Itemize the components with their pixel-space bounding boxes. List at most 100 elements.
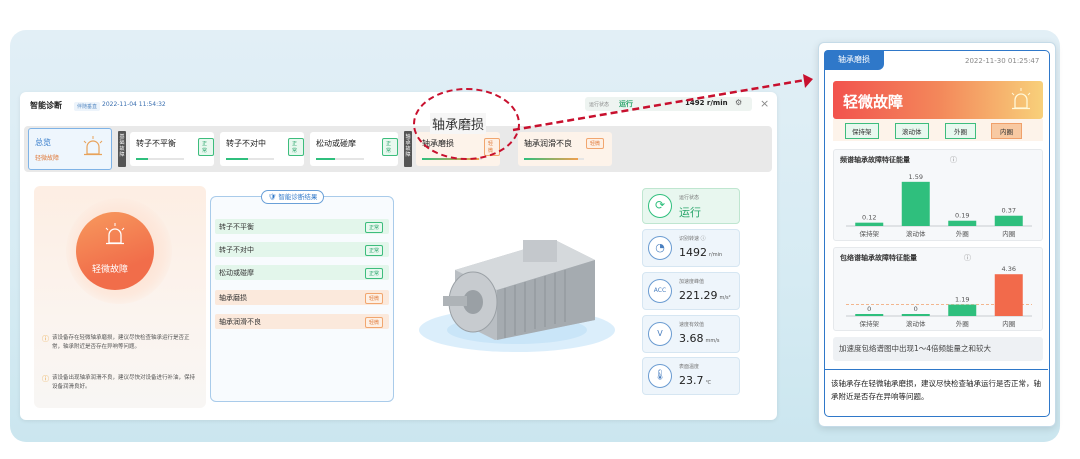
status-badge: 轻微	[364, 317, 383, 328]
overview-card[interactable]: 总览 轻微故障	[28, 128, 112, 170]
part-chip[interactable]: 滚动体	[895, 123, 929, 139]
bearing-detail-inner: 轴承磨损 2022-11-30 01:25:47 轻微故障 保持架 滚动体 外圈…	[824, 50, 1050, 417]
metric-unit: ℃	[705, 380, 712, 386]
fault-level-bar	[524, 158, 584, 160]
acc-icon: ACC	[648, 279, 672, 303]
bearing-detail-panel: 轴承磨损 2022-11-30 01:25:47 轻微故障 保持架 滚动体 外圈…	[818, 42, 1056, 427]
fault-card[interactable]: 松动或碰摩 正常	[310, 132, 398, 166]
tick-label: 滚动体	[906, 319, 926, 328]
refresh-icon: ⟳	[648, 194, 672, 218]
envelope-chart-card: 包络谱轴承故障特征能量 ⓘ 0 保持架 0 滚动体 1.19 外圈 4.36 内圈	[833, 247, 1043, 331]
result-row[interactable]: 松动或碰摩 正常	[215, 265, 389, 280]
spectrum-bar-chart: 0.12 保持架 1.59 滚动体 0.19 外圈 0.37 内圈	[846, 173, 1032, 238]
data-label: 4.36	[1002, 265, 1016, 273]
device-label[interactable]: 伴随垂直	[74, 102, 101, 111]
result-name: 转子不平衡	[219, 223, 254, 231]
diagnosis-results-panel: 🛡 智能诊断结果 转子不平衡 正常 转子不对中 正常 松动或碰摩 正常 轴承磨损 轻微 …	[210, 190, 394, 402]
fault-card[interactable]: 转子不对中 正常	[220, 132, 304, 166]
fault-level-bar	[136, 158, 184, 160]
alarm-icon	[105, 223, 125, 245]
data-label: 0	[867, 305, 871, 313]
result-name: 转子不对中	[219, 246, 254, 254]
metric-unit: mm/s	[705, 338, 720, 344]
status-note: 该设备存在轻微轴承磨损，建议尽快检查轴承运行是否正常，轴承附近是否存在异响等问题…	[52, 335, 190, 350]
metric-card-velocity: V 速度有效值 3.68 mm/s	[642, 315, 740, 353]
fault-card-name: 转子不平衡	[136, 139, 176, 148]
alarm-icon	[83, 136, 103, 156]
chart-bar	[901, 181, 930, 226]
overview-status: 轻微故障	[35, 155, 60, 162]
info-icon: ⓘ	[42, 335, 49, 343]
metric-label: 速度有效值	[679, 322, 705, 328]
detail-footer-text: 该轴承存在轻微轴承磨损，建议尽快检查轴承运行是否正常，轴承附近是否存在异响等问题…	[831, 379, 1041, 401]
tick-label: 外圈	[956, 229, 969, 238]
result-name: 轴承润滑不良	[219, 318, 261, 326]
chart-bar	[901, 314, 930, 316]
tick-label: 保持架	[860, 229, 880, 238]
part-chip[interactable]: 外圈	[945, 123, 976, 139]
part-chip[interactable]: 内圈	[991, 123, 1022, 139]
chart-title: 频谱轴承故障特征能量	[840, 156, 910, 164]
data-label: 0.37	[1002, 207, 1016, 215]
result-row[interactable]: 转子不平衡 正常	[215, 219, 389, 234]
parts-row: 保持架 滚动体 外圈 内圈	[833, 119, 1043, 141]
velocity-icon: V	[648, 322, 672, 346]
fault-level-bar	[316, 158, 364, 160]
info-icon: ⓘ	[964, 254, 971, 262]
status-level-text: 轻微故障	[92, 265, 129, 275]
tick-label: 外圈	[956, 319, 969, 328]
result-name: 松动或碰摩	[219, 269, 254, 277]
metric-card-run-status: ⟳ 运行状态 运行	[642, 188, 740, 224]
metric-label: 识别转速 ⓘ	[679, 236, 706, 242]
metric-value: 运行	[679, 206, 701, 219]
tick-label: 保持架	[860, 319, 880, 328]
status-badge: 正常	[288, 138, 304, 156]
data-label: 0.19	[955, 212, 969, 220]
metric-card-acceleration: ACC 加速度峰值 221.29 m/s²	[642, 272, 740, 310]
metric-card-temperature: 🌡 表面温度 23.7 ℃	[642, 357, 740, 395]
data-label: 0.12	[862, 214, 876, 222]
data-label: 1.59	[909, 173, 923, 181]
result-name: 轴承磨损	[219, 294, 247, 302]
shield-icon: 🛡	[268, 193, 277, 201]
data-label: 1.19	[955, 296, 969, 304]
metric-unit: r/min	[709, 252, 723, 258]
status-badge: 正常	[198, 138, 214, 156]
tick-label: 内圈	[1002, 229, 1015, 238]
tab-bearing-wear[interactable]: 轴承磨损	[824, 50, 884, 70]
chart-bar	[948, 220, 977, 226]
callout-arrow	[512, 74, 813, 132]
metric-value: 3.68	[679, 332, 704, 345]
chart-title: 包络谱轴承故障特征能量	[840, 254, 917, 262]
metric-label: 加速度峰值	[679, 279, 705, 285]
page-title: 智能诊断	[30, 101, 62, 110]
info-note: 加速度包络谱图中出现1～4倍频能量之和较大	[833, 337, 1043, 361]
status-badge: 正常	[364, 245, 383, 256]
chart-bar	[948, 304, 977, 316]
metric-label: 表面温度	[679, 364, 700, 370]
status-summary-card: 轻微故障 ⓘ 该设备存在轻微轴承磨损，建议尽快检查轴承运行是否正常，轴承附近是否…	[34, 186, 206, 408]
chart-bar	[855, 222, 884, 226]
metric-unit: m/s²	[719, 295, 731, 301]
metric-value: 1492	[679, 246, 707, 259]
metric-value: 23.7	[679, 374, 704, 387]
fault-level-text: 轻微故障	[843, 93, 904, 111]
result-row[interactable]: 轴承磨损 轻微	[215, 290, 389, 305]
result-row[interactable]: 转子不对中 正常	[215, 242, 389, 257]
metric-card-speed: ◔ 识别转速 ⓘ 1492 r/min	[642, 229, 740, 267]
fault-card[interactable]: 转子不平衡 正常	[130, 132, 214, 166]
motor-illustration	[419, 240, 615, 352]
fault-level-bar	[226, 158, 274, 160]
tick-label: 内圈	[1002, 319, 1015, 328]
thermometer-icon: 🌡	[648, 364, 672, 388]
fault-card-name: 转子不对中	[226, 139, 266, 148]
part-chip[interactable]: 保持架	[845, 123, 879, 139]
result-row[interactable]: 轴承润滑不良 轻微	[215, 314, 389, 329]
group-label-basic: 基础故障	[118, 131, 126, 167]
results-title-text: 智能诊断结果	[278, 193, 318, 201]
data-label: 0	[914, 305, 918, 313]
fault-level-banner: 轻微故障	[833, 81, 1043, 119]
info-icon: ⓘ	[42, 375, 49, 383]
overview-title: 总览	[35, 138, 51, 147]
tick-label: 滚动体	[906, 229, 926, 238]
